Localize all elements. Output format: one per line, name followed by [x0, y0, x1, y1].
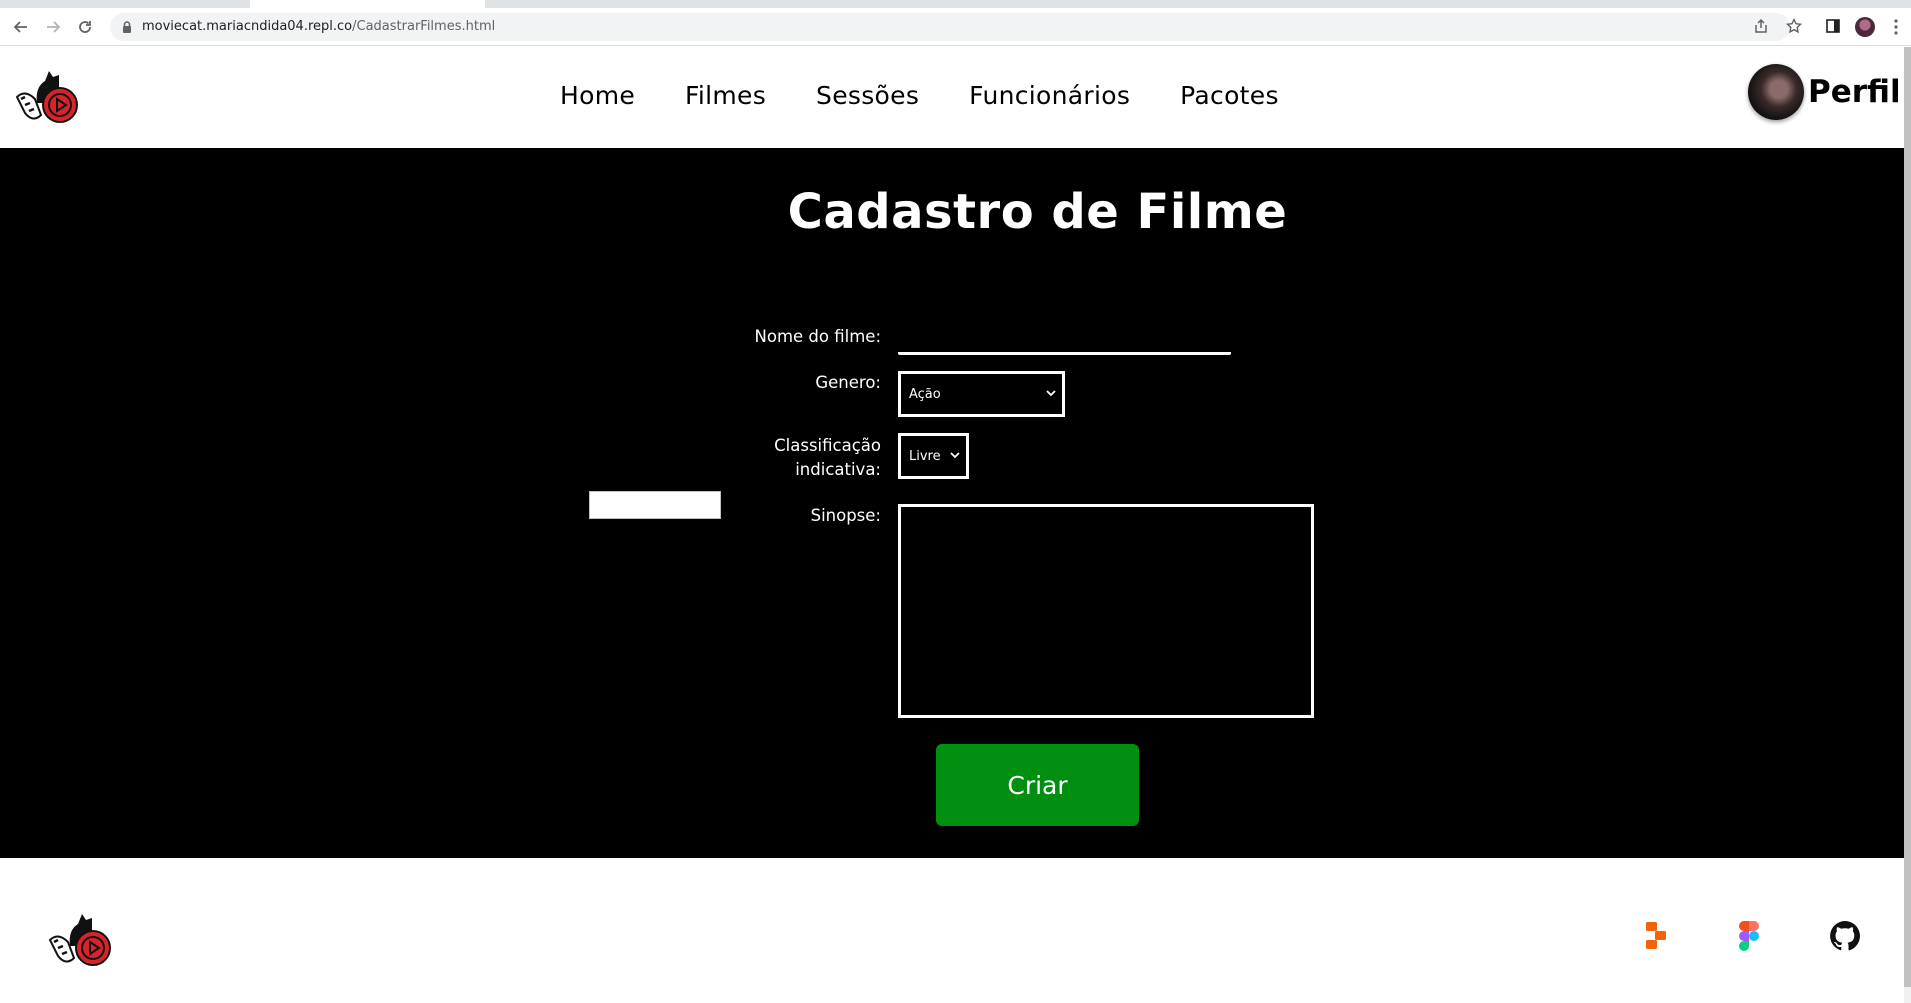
replit-link[interactable]: [1638, 918, 1674, 954]
chevron-down-icon: [1046, 390, 1056, 397]
page-title: Cadastro de Filme: [787, 184, 1288, 240]
side-panel-icon: [1826, 19, 1840, 33]
genre-select[interactable]: Ação: [898, 371, 1065, 417]
nav-home[interactable]: Home: [560, 81, 635, 110]
page-scrollbar[interactable]: [1904, 47, 1911, 1003]
more-vert-icon[interactable]: [1893, 18, 1899, 36]
genre-selected-value: Ação: [909, 386, 941, 402]
genre-label: Genero:: [815, 373, 881, 392]
reload-button[interactable]: [72, 14, 98, 40]
reload-icon: [79, 21, 91, 33]
nav-filmes[interactable]: Filmes: [685, 81, 766, 110]
forward-button[interactable]: [40, 14, 66, 40]
share-button[interactable]: [1751, 16, 1771, 36]
profile-avatar[interactable]: [1748, 64, 1804, 120]
bookmark-button[interactable]: [1784, 16, 1804, 36]
figma-link[interactable]: [1731, 918, 1767, 954]
url-text: moviecat.mariacndida04.repl.co/Cadastrar…: [142, 19, 495, 34]
moviecat-logo-icon[interactable]: [15, 65, 80, 125]
chevron-down-icon: [950, 452, 960, 459]
poster-image-placeholder: [589, 491, 721, 519]
synopsis-textarea[interactable]: [898, 504, 1314, 718]
side-panel-button[interactable]: [1823, 16, 1843, 36]
nav-sessoes[interactable]: Sessões: [816, 81, 919, 110]
browser-toolbar: moviecat.mariacndida04.repl.co/Cadastrar…: [0, 8, 1911, 46]
name-label: Nome do filme:: [754, 327, 881, 346]
rating-label-line2: indicativa:: [795, 460, 881, 479]
moviecat-logo-icon[interactable]: [48, 908, 113, 968]
site-footer: [0, 858, 1904, 1003]
nav-pacotes[interactable]: Pacotes: [1180, 81, 1279, 110]
back-button[interactable]: [8, 14, 34, 40]
chrome-profile-avatar[interactable]: [1855, 17, 1875, 37]
arrow-right-icon: [47, 21, 61, 33]
movie-form-section: Cadastro de Filme Nome do filme: Genero:…: [0, 148, 1904, 858]
movie-name-input[interactable]: [898, 323, 1231, 355]
url-host: moviecat.mariacndida04.repl.co: [142, 19, 353, 34]
share-icon: [1755, 18, 1767, 33]
address-bar[interactable]: moviecat.mariacndida04.repl.co/Cadastrar…: [110, 13, 1790, 41]
rating-select[interactable]: Livre: [898, 433, 969, 479]
nav-funcionarios[interactable]: Funcionários: [969, 81, 1130, 110]
scrollbar-thumb[interactable]: [1904, 47, 1911, 987]
github-icon: [1830, 921, 1860, 951]
star-icon: [1786, 18, 1802, 34]
profile-link[interactable]: Perfil: [1748, 64, 1901, 120]
profile-label[interactable]: Perfil: [1808, 74, 1901, 110]
url-path: /CadastrarFilmes.html: [352, 19, 496, 34]
figma-icon: [1739, 921, 1759, 951]
site-header: Home Filmes Sessões Funcionários Pacotes…: [0, 47, 1904, 148]
rating-label: Classificação indicativa:: [774, 434, 881, 482]
github-link[interactable]: [1827, 918, 1863, 954]
active-tab[interactable]: [250, 0, 485, 8]
create-button[interactable]: Criar: [936, 744, 1139, 826]
browser-tabstrip: [0, 0, 1911, 8]
rating-label-line1: Classificação: [774, 436, 881, 455]
synopsis-label: Sinopse:: [810, 506, 881, 525]
lock-icon: [123, 21, 131, 33]
replit-icon: [1646, 922, 1666, 949]
arrow-left-icon: [13, 21, 27, 33]
main-nav: Home Filmes Sessões Funcionários Pacotes: [560, 81, 1279, 110]
rating-selected-value: Livre: [909, 448, 941, 464]
